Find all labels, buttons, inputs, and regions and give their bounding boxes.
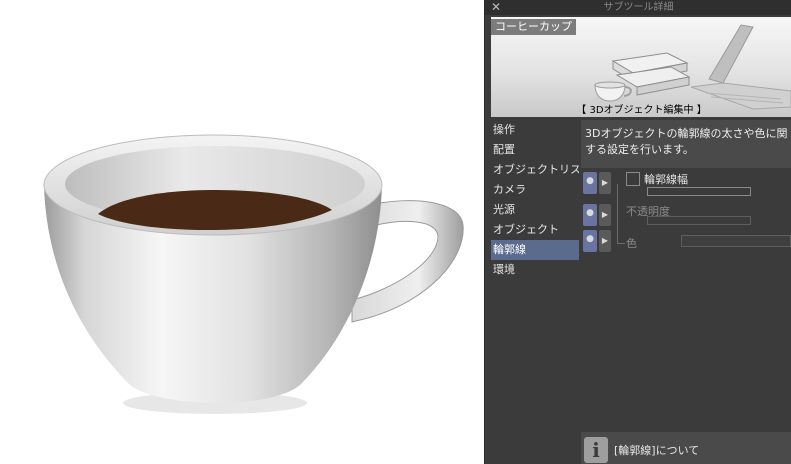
eye-icon[interactable]: ● — [583, 172, 597, 194]
color-swatch[interactable] — [681, 235, 791, 247]
category-list: 操作 配置 オブジェクトリスト カメラ 光源 オブジェクト 輪郭線 環境 — [491, 120, 579, 280]
category-item-placement[interactable]: 配置 — [491, 140, 579, 160]
info-icon[interactable]: i — [584, 437, 608, 463]
expand-arrow-icon[interactable]: ▶ — [599, 204, 611, 226]
expand-arrow-icon[interactable]: ▶ — [599, 230, 611, 252]
info-bar[interactable]: i [輪郭線]について — [581, 432, 791, 464]
outline-width-checkbox[interactable] — [626, 172, 640, 186]
coffee-cup-3d-object[interactable] — [0, 0, 484, 464]
category-description: 3Dオブジェクトの輪郭線の太さや色に関する設定を行います。 — [581, 120, 791, 168]
tree-connector — [617, 184, 618, 244]
outline-width-label: 輪郭線幅 — [644, 173, 688, 186]
opacity-slider[interactable] — [647, 216, 751, 225]
color-label: 色 — [626, 237, 637, 250]
category-item-operation[interactable]: 操作 — [491, 120, 579, 140]
preview-name-tag: コーヒーカップ — [491, 19, 576, 35]
panel-title: サブツール詳細 — [603, 2, 674, 13]
category-item-light-source[interactable]: 光源 — [491, 200, 579, 220]
category-item-outline[interactable]: 輪郭線 — [491, 240, 579, 260]
eye-icon[interactable]: ● — [583, 230, 597, 252]
eye-icon[interactable]: ● — [583, 204, 597, 226]
3d-viewport[interactable] — [0, 0, 484, 464]
preview-status-text: 【 3Dオブジェクト編集中 】 — [576, 105, 707, 116]
tree-connector — [617, 243, 625, 244]
settings-content: 3Dオブジェクトの輪郭線の太さや色に関する設定を行います。 ● ▶ 輪郭線幅 ●… — [581, 120, 791, 464]
panel-titlebar: ✕ サブツール詳細 — [485, 0, 791, 15]
expand-arrow-icon[interactable]: ▶ — [599, 172, 611, 194]
category-item-object-list[interactable]: オブジェクトリスト — [491, 160, 579, 180]
category-item-environment[interactable]: 環境 — [491, 260, 579, 280]
preview-area: コーヒーカップ 【 3Dオブジェクト編集中 】 — [491, 17, 791, 117]
info-bar-text[interactable]: [輪郭線]について — [614, 442, 699, 458]
sub-tool-detail-panel: ✕ サブツール詳細 コーヒーカップ 【 3Dオブジェクト編集中 】 操作 配置 — [484, 0, 791, 464]
category-item-camera[interactable]: カメラ — [491, 180, 579, 200]
outline-width-slider[interactable] — [647, 187, 751, 196]
category-item-object[interactable]: オブジェクト — [491, 220, 579, 240]
